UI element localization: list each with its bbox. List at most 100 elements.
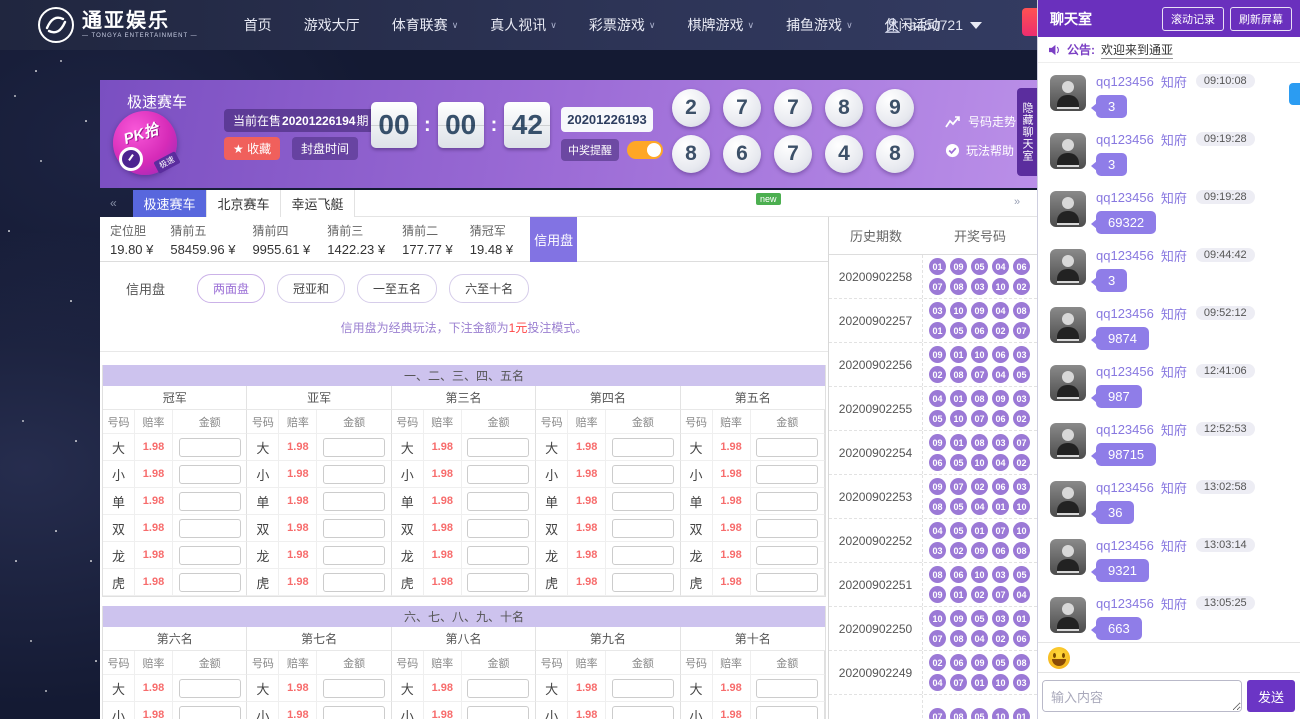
bet-option-小[interactable]: 小: [392, 461, 424, 488]
bet-amount-input[interactable]: [612, 679, 674, 698]
nav-item-3[interactable]: 体育联赛∨: [392, 15, 459, 35]
bet-option-单[interactable]: 单: [392, 488, 424, 515]
nav-item-2[interactable]: 游戏大厅: [304, 15, 360, 35]
bet-amount-input[interactable]: [612, 706, 674, 719]
bet-option-虎[interactable]: 虎: [536, 569, 568, 596]
bet-option-小[interactable]: 小: [681, 702, 713, 719]
bet-option-龙[interactable]: 龙: [536, 542, 568, 569]
mode-pill-4[interactable]: 六至十名: [449, 274, 529, 303]
scroll-record-button[interactable]: 滚动记录: [1162, 7, 1224, 31]
nav-item-5[interactable]: 彩票游戏∨: [589, 15, 656, 35]
bet-option-龙[interactable]: 龙: [681, 542, 713, 569]
deposit-shortcut-tag[interactable]: [1022, 8, 1037, 36]
bet-amount-input[interactable]: [756, 492, 818, 511]
bet-amount-input[interactable]: [179, 573, 241, 592]
bet-option-小[interactable]: 小: [536, 461, 568, 488]
bet-option-大[interactable]: 大: [103, 434, 135, 461]
bet-amount-input[interactable]: [756, 679, 818, 698]
bet-option-虎[interactable]: 虎: [247, 569, 279, 596]
bet-amount-input[interactable]: [323, 492, 385, 511]
credit-panel-button[interactable]: 信用盘: [530, 217, 577, 262]
win-alert-toggle[interactable]: [627, 141, 663, 159]
bet-option-大[interactable]: 大: [536, 434, 568, 461]
mode-pill-1[interactable]: 两面盘: [197, 274, 265, 303]
tab-2[interactable]: 北京赛车: [207, 190, 281, 217]
bet-option-大[interactable]: 大: [681, 434, 713, 461]
nav-item-7[interactable]: 捕鱼游戏∨: [786, 15, 853, 35]
bet-amount-input[interactable]: [179, 519, 241, 538]
bet-option-大[interactable]: 大: [247, 434, 279, 461]
bet-option-小[interactable]: 小: [681, 461, 713, 488]
refresh-screen-button[interactable]: 刷新屏幕: [1230, 7, 1292, 31]
bet-amount-input[interactable]: [467, 679, 529, 698]
bet-amount-input[interactable]: [612, 492, 674, 511]
bet-amount-input[interactable]: [756, 465, 818, 484]
nav-item-6[interactable]: 棋牌游戏∨: [687, 15, 754, 35]
bet-amount-input[interactable]: [179, 438, 241, 457]
bet-amount-input[interactable]: [756, 438, 818, 457]
bet-option-龙[interactable]: 龙: [103, 542, 135, 569]
bet-amount-input[interactable]: [179, 492, 241, 511]
bet-amount-input[interactable]: [467, 492, 529, 511]
bet-option-小[interactable]: 小: [103, 461, 135, 488]
bet-option-双[interactable]: 双: [681, 515, 713, 542]
bet-option-大[interactable]: 大: [536, 675, 568, 702]
favorite-button[interactable]: ★ 收藏: [224, 137, 280, 160]
bet-amount-input[interactable]: [179, 546, 241, 565]
bet-option-大[interactable]: 大: [392, 675, 424, 702]
tab-1[interactable]: 极速赛车: [133, 190, 207, 217]
bet-amount-input[interactable]: [612, 573, 674, 592]
bet-amount-input[interactable]: [467, 465, 529, 484]
bet-option-小[interactable]: 小: [247, 461, 279, 488]
bet-option-双[interactable]: 双: [392, 515, 424, 542]
bet-amount-input[interactable]: [612, 519, 674, 538]
bet-amount-input[interactable]: [323, 465, 385, 484]
bet-amount-input[interactable]: [323, 573, 385, 592]
bet-amount-input[interactable]: [756, 573, 818, 592]
bet-option-大[interactable]: 大: [247, 675, 279, 702]
bet-option-虎[interactable]: 虎: [103, 569, 135, 596]
bet-option-小[interactable]: 小: [103, 702, 135, 719]
bet-option-大[interactable]: 大: [681, 675, 713, 702]
bet-option-小[interactable]: 小: [247, 702, 279, 719]
bet-amount-input[interactable]: [323, 519, 385, 538]
bet-option-大[interactable]: 大: [103, 675, 135, 702]
bet-amount-input[interactable]: [467, 573, 529, 592]
bet-option-龙[interactable]: 龙: [247, 542, 279, 569]
bet-amount-input[interactable]: [756, 706, 818, 719]
bet-option-小[interactable]: 小: [392, 702, 424, 719]
play-help-link[interactable]: 玩法帮助: [945, 142, 1016, 159]
collapse-left-icon[interactable]: «: [110, 196, 117, 210]
send-button[interactable]: 发送: [1247, 680, 1295, 712]
bet-amount-input[interactable]: [323, 679, 385, 698]
floating-widget-button[interactable]: [1289, 83, 1300, 105]
bet-option-单[interactable]: 单: [103, 488, 135, 515]
collapse-right-icon[interactable]: »: [1014, 196, 1020, 208]
bet-amount-input[interactable]: [756, 519, 818, 538]
bet-amount-input[interactable]: [467, 706, 529, 719]
bet-amount-input[interactable]: [467, 519, 529, 538]
bet-option-大[interactable]: 大: [392, 434, 424, 461]
emoji-button[interactable]: [1048, 647, 1070, 669]
bet-amount-input[interactable]: [323, 438, 385, 457]
bet-option-单[interactable]: 单: [247, 488, 279, 515]
nav-item-4[interactable]: 真人视讯∨: [490, 15, 557, 35]
bet-option-龙[interactable]: 龙: [392, 542, 424, 569]
bet-amount-input[interactable]: [179, 706, 241, 719]
tab-3[interactable]: 幸运飞艇: [281, 190, 355, 217]
hide-chat-button[interactable]: 隐藏聊天室: [1017, 88, 1037, 176]
user-account-menu[interactable]: a450721: [883, 0, 982, 50]
bet-option-双[interactable]: 双: [247, 515, 279, 542]
bet-amount-input[interactable]: [612, 465, 674, 484]
bet-amount-input[interactable]: [323, 546, 385, 565]
bet-option-虎[interactable]: 虎: [392, 569, 424, 596]
bet-amount-input[interactable]: [467, 438, 529, 457]
bet-amount-input[interactable]: [323, 706, 385, 719]
bet-amount-input[interactable]: [179, 679, 241, 698]
bet-option-小[interactable]: 小: [536, 702, 568, 719]
mode-pill-3[interactable]: 一至五名: [357, 274, 437, 303]
close-time-button[interactable]: 封盘时间: [292, 137, 358, 160]
bet-amount-input[interactable]: [612, 546, 674, 565]
bet-option-双[interactable]: 双: [103, 515, 135, 542]
nav-item-1[interactable]: 首页: [244, 15, 272, 35]
